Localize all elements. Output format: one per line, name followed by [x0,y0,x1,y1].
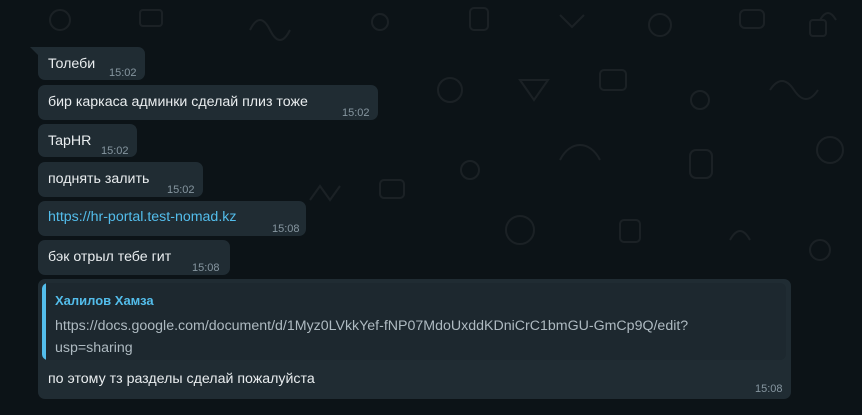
message-link[interactable]: https://hr-portal.test-nomad.kz [48,208,236,227]
message-text: Толеби [48,56,96,72]
message-time: 15:08 [755,383,783,395]
message-text: TapHR [48,133,92,149]
message-text: бэк отрыл тебе гит [48,249,172,265]
bubble-tail [30,47,38,55]
message-time: 15:02 [109,67,137,79]
quoted-message[interactable]: Халилов Хамза https://docs.google.com/do… [42,283,786,360]
message-bubble[interactable]: TapHR 15:02 [38,124,137,157]
message-bubble[interactable]: Толеби 15:02 [38,47,145,80]
message-time: 15:08 [272,223,300,235]
quote-link-line-2[interactable]: usp=sharing [55,339,133,358]
quote-link-line-1[interactable]: https://docs.google.com/document/d/1Myz0… [55,317,688,336]
message-time: 15:02 [101,145,129,157]
quote-author: Халилов Хамза [55,293,154,308]
message-time: 15:02 [342,107,370,119]
message-text: бир каркаса админки сделай плиз тоже [48,94,308,110]
message-bubble[interactable]: бир каркаса админки сделай плиз тоже 15:… [38,85,378,120]
message-text: по этому тз разделы сделай пожалуйста [48,371,315,387]
reply-message-bubble[interactable]: Халилов Хамза https://docs.google.com/do… [38,279,791,399]
message-time: 15:02 [167,184,195,196]
quote-accent-bar [42,283,46,360]
message-time: 15:08 [192,262,220,274]
message-bubble[interactable]: https://hr-portal.test-nomad.kz 15:08 [38,201,306,236]
message-text: поднять залить [48,171,150,187]
message-bubble[interactable]: бэк отрыл тебе гит 15:08 [38,240,230,275]
chat-message-list: Толеби 15:02 бир каркаса админки сделай … [0,0,862,415]
message-bubble[interactable]: поднять залить 15:02 [38,162,203,197]
